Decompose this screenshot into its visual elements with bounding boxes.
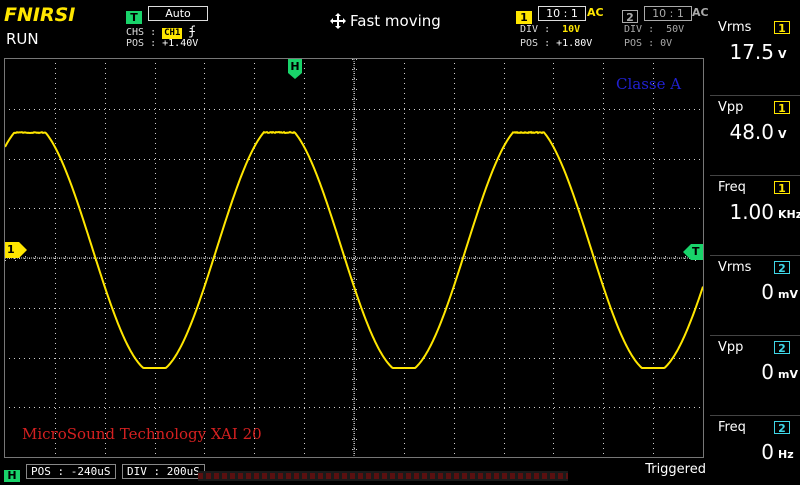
ch1-pos-label: POS : bbox=[520, 38, 550, 49]
meas-ch1-vpp[interactable]: Vpp 1 48.0 V bbox=[710, 100, 800, 180]
chs-label: CHS : bbox=[126, 27, 156, 38]
meas-label: Vrms bbox=[718, 260, 751, 275]
ch2-coupling[interactable]: AC bbox=[692, 6, 709, 19]
meas-label: Vpp bbox=[718, 100, 743, 115]
trigger-pos-value: +1.40V bbox=[162, 38, 198, 49]
chs-row: CHS : CH1 ʄ bbox=[126, 24, 196, 39]
timebase-badge-label: H bbox=[4, 470, 20, 482]
trigger-badge: T bbox=[126, 11, 142, 24]
ch2-div-row: DIV : 50V bbox=[624, 24, 684, 35]
ch2-badge[interactable]: 2 bbox=[622, 6, 638, 25]
ch2-pos-label: POS : bbox=[624, 38, 654, 49]
timebase-pos[interactable]: POS : -240uS bbox=[26, 464, 116, 479]
meas-channel-badge: 1 bbox=[774, 21, 790, 34]
timebase-div-label: DIV : bbox=[127, 465, 160, 478]
move-mode[interactable]: Fast moving bbox=[330, 12, 441, 30]
ch1-coupling[interactable]: AC bbox=[587, 6, 604, 19]
brand-logo: FNIRSI bbox=[4, 4, 75, 26]
meas-channel-badge: 2 bbox=[774, 261, 790, 274]
trigger-mode[interactable]: Auto bbox=[148, 6, 208, 21]
meas-ch1-freq[interactable]: Freq 1 1.00 KHz bbox=[710, 180, 800, 260]
meas-value: 0 bbox=[710, 280, 774, 304]
timebase-div[interactable]: DIV : 200uS bbox=[122, 464, 205, 479]
ch2-pos-value: 0V bbox=[660, 38, 672, 49]
waveform-canvas bbox=[5, 59, 703, 457]
meas-value: 0 bbox=[710, 440, 774, 464]
run-state[interactable]: RUN bbox=[6, 30, 39, 48]
meas-value: 17.5 bbox=[710, 40, 774, 64]
ch1-pos-row: POS : +1.80V bbox=[520, 38, 592, 49]
timebase-pos-value: -240uS bbox=[71, 465, 111, 478]
timebase-badge[interactable]: H bbox=[4, 464, 20, 483]
trigger-status: Triggered bbox=[645, 462, 706, 477]
timebase-pos-label: POS : bbox=[31, 465, 64, 478]
ch1-pos-value: +1.80V bbox=[556, 38, 592, 49]
meas-divider bbox=[710, 335, 800, 336]
meas-unit: mV bbox=[778, 368, 798, 381]
meas-divider bbox=[710, 95, 800, 96]
meas-value: 48.0 bbox=[710, 120, 774, 144]
trigger-marker-label: T bbox=[692, 245, 700, 258]
ch1-probe[interactable]: 10 : 1 bbox=[538, 6, 586, 21]
meas-unit: V bbox=[778, 128, 787, 141]
ch1-badge-label: 1 bbox=[516, 11, 532, 24]
meas-channel-badge: 2 bbox=[774, 421, 790, 434]
trigger-level-marker[interactable]: T bbox=[683, 244, 703, 260]
meas-unit: V bbox=[778, 48, 787, 61]
ch2-probe[interactable]: 10 : 1 bbox=[644, 6, 692, 21]
meas-unit: KHz bbox=[778, 208, 800, 221]
move-arrows-icon bbox=[330, 13, 346, 29]
meas-ch2-vpp[interactable]: Vpp 2 0 mV bbox=[710, 340, 800, 420]
meas-value: 1.00 bbox=[710, 200, 774, 224]
meas-label: Freq bbox=[718, 420, 746, 435]
ch1-marker-label: 1 bbox=[7, 243, 15, 256]
timebase-div-value: 200uS bbox=[167, 465, 200, 478]
h-position-marker[interactable]: H bbox=[288, 59, 302, 79]
meas-label: Vrms bbox=[718, 20, 751, 35]
meas-label: Vpp bbox=[718, 340, 743, 355]
ch1-offset-marker[interactable]: 1 bbox=[5, 242, 27, 258]
meas-unit: Hz bbox=[778, 448, 794, 461]
trigger-edge-icon[interactable]: ʄ bbox=[188, 24, 195, 38]
meas-ch2-freq[interactable]: Freq 2 0 Hz bbox=[710, 420, 800, 480]
meas-channel-badge: 1 bbox=[774, 181, 790, 194]
annotation-top: Classe A bbox=[616, 75, 681, 93]
ch2-pos-row: POS : 0V bbox=[624, 38, 672, 49]
ch1-div-label: DIV : bbox=[520, 24, 550, 35]
move-mode-label: Fast moving bbox=[350, 12, 441, 30]
meas-divider bbox=[710, 175, 800, 176]
meas-divider bbox=[710, 415, 800, 416]
trigger-pos-row: POS : +1.40V bbox=[126, 38, 198, 49]
meas-channel-badge: 1 bbox=[774, 101, 790, 114]
h-marker-label: H bbox=[288, 60, 302, 73]
meas-ch1-vrms[interactable]: Vrms 1 17.5 V bbox=[710, 20, 800, 100]
memory-depth-bar bbox=[198, 466, 568, 476]
meas-ch2-vrms[interactable]: Vrms 2 0 mV bbox=[710, 260, 800, 340]
meas-unit: mV bbox=[778, 288, 798, 301]
ch1-badge[interactable]: 1 bbox=[516, 6, 532, 25]
meas-value: 0 bbox=[710, 360, 774, 384]
meas-label: Freq bbox=[718, 180, 746, 195]
waveform-screen[interactable]: H 1 T Classe A MicroSound Technology XAI… bbox=[4, 58, 704, 458]
trigger-pos-label: POS : bbox=[126, 38, 156, 49]
trigger-mode-group[interactable]: T bbox=[126, 6, 142, 25]
grid bbox=[5, 59, 703, 457]
ch1-div-row: DIV : 10V bbox=[520, 24, 580, 35]
meas-divider bbox=[710, 255, 800, 256]
ch2-div-label: DIV : bbox=[624, 24, 654, 35]
annotation-bottom: MicroSound Technology XAI 20 bbox=[22, 425, 262, 443]
ch1-div-value: 10V bbox=[562, 24, 580, 35]
ch2-div-value: 50V bbox=[666, 24, 684, 35]
meas-channel-badge: 2 bbox=[774, 341, 790, 354]
ch2-badge-label: 2 bbox=[622, 10, 638, 23]
